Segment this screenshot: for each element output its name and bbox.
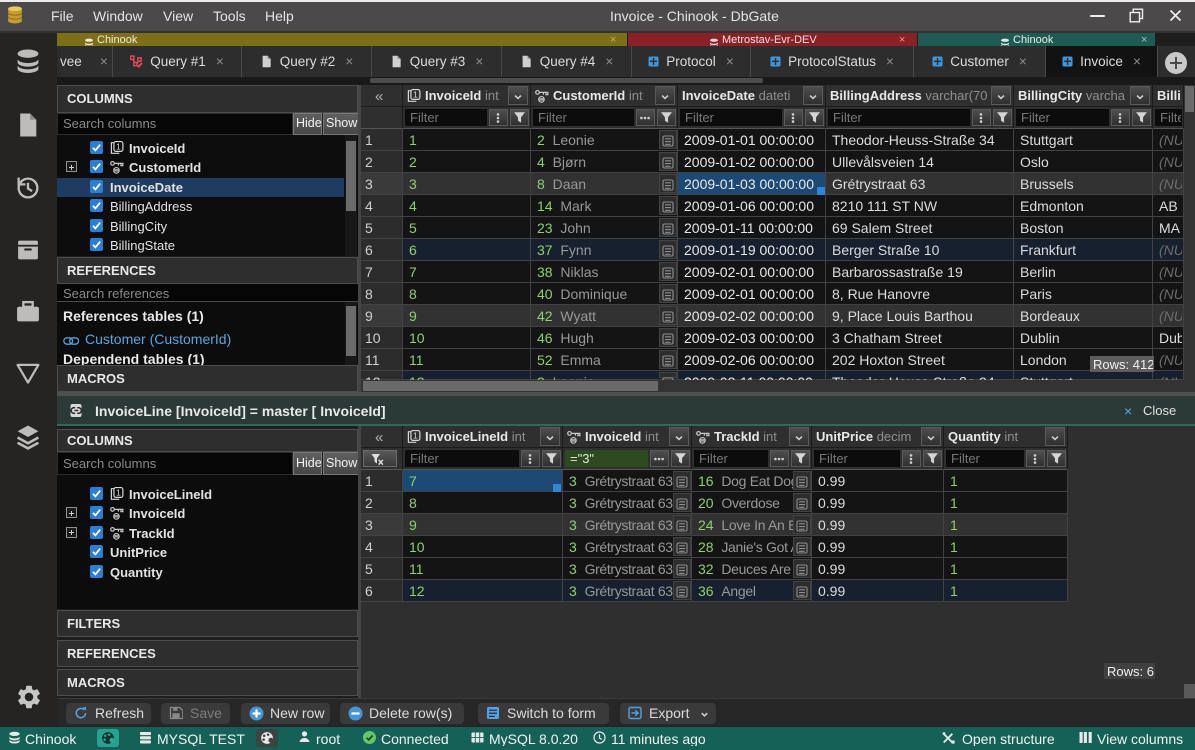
svg-text:1: 1 [116, 141, 121, 151]
svg-text:1: 1 [413, 89, 418, 99]
svg-text:1: 1 [413, 430, 418, 440]
svg-text:1: 1 [116, 487, 121, 497]
